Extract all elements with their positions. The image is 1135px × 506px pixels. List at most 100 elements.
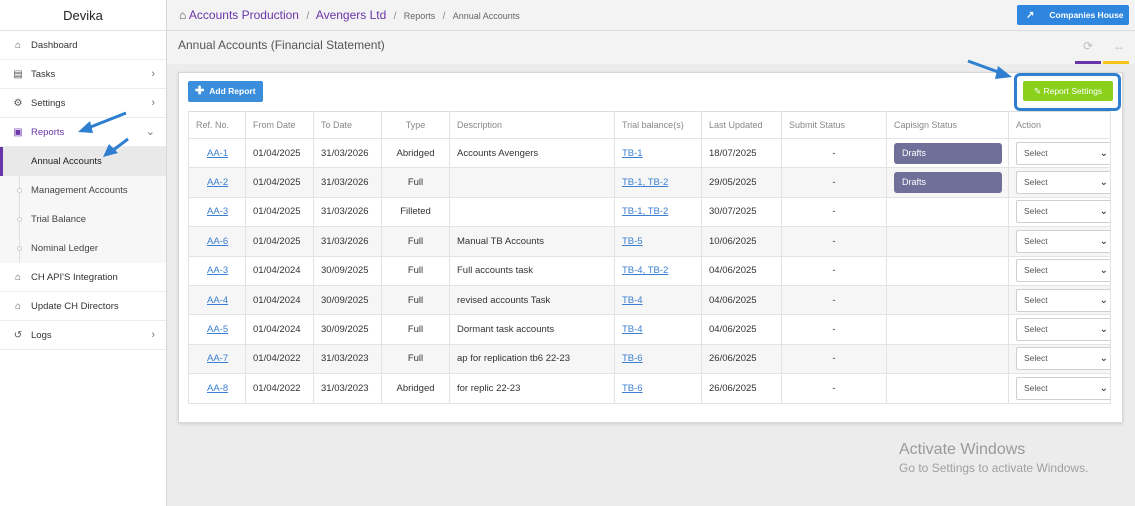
sidebar-item-tasks[interactable]: ▤ Tasks ›	[0, 60, 166, 89]
trial-balance-link[interactable]: TB-1, TB-2	[622, 206, 668, 217]
description-cell: revised accounts Task	[449, 284, 615, 316]
sidebar-item-logs[interactable]: ↺ Logs ›	[0, 321, 166, 350]
sidebar: Devika ⌂ Dashboard ▤ Tasks › ⚙ Settings …	[0, 0, 167, 506]
last-updated-cell: 04/06/2025	[701, 255, 782, 286]
action-select[interactable]: Select ⌄	[1016, 171, 1110, 195]
ref-cell: AA-7	[188, 343, 246, 375]
column-header: Trial balance(s)	[614, 111, 702, 139]
ref-link[interactable]: AA-3	[207, 265, 228, 276]
companies-house-button[interactable]: ↗ Companies House	[1017, 5, 1129, 25]
sidebar-subitem-nominal-ledger[interactable]: Nominal Ledger	[0, 234, 166, 263]
from-date-cell: 01/04/2025	[245, 167, 314, 198]
chevron-right-icon: ›	[151, 97, 155, 109]
last-updated-cell: 26/06/2025	[701, 373, 782, 404]
action-cell: Select ⌄	[1008, 255, 1111, 286]
active-indicator	[0, 147, 3, 176]
chevron-down-icon: ⌄	[1099, 147, 1108, 159]
from-date-cell: 01/04/2024	[245, 314, 314, 345]
to-date-cell: 31/03/2026	[313, 226, 382, 257]
refresh-icon[interactable]: ⟳	[1083, 39, 1093, 53]
report-settings-label: Report Settings	[1043, 86, 1103, 96]
ref-link[interactable]: AA-1	[207, 148, 228, 159]
action-select-value: Select	[1024, 353, 1048, 364]
action-select[interactable]: Select ⌄	[1016, 229, 1110, 253]
sidebar-item-update-ch-directors[interactable]: ⌂ Update CH Directors	[0, 292, 166, 321]
action-cell: Select ⌄	[1008, 167, 1111, 198]
trial-balance-link[interactable]: TB-4, TB-2	[622, 265, 668, 276]
ref-link[interactable]: AA-2	[207, 177, 228, 188]
last-updated-cell: 10/06/2025	[701, 226, 782, 257]
description-cell	[449, 196, 615, 228]
type-cell: Full	[381, 314, 450, 345]
submit-status-cell: -	[781, 314, 887, 345]
ref-link[interactable]: AA-3	[207, 206, 228, 217]
history-icon: ↺	[13, 330, 23, 341]
sidebar-item-label: Settings	[31, 98, 66, 109]
action-select[interactable]: Select ⌄	[1016, 259, 1110, 283]
sidebar-item-ch-api-integration[interactable]: ⌂ CH API'S Integration	[0, 263, 166, 292]
sidebar-item-label: Update CH Directors	[31, 301, 119, 312]
swap-arrows-icon[interactable]: ↔	[1113, 39, 1125, 53]
breadcrumb-accounts-production[interactable]: Accounts Production	[189, 8, 299, 22]
trial-balance-cell: TB-1	[614, 137, 702, 169]
column-header: Description	[449, 111, 615, 139]
sidebar-subitem-management-accounts[interactable]: Management Accounts	[0, 176, 166, 205]
to-date-cell: 31/03/2026	[313, 137, 382, 169]
brand-name: Devika	[0, 0, 166, 31]
trial-balance-cell: TB-4, TB-2	[614, 255, 702, 286]
ref-cell: AA-3	[188, 255, 246, 286]
report-settings-button[interactable]: ✎ Report Settings	[1023, 81, 1113, 101]
last-updated-cell: 29/05/2025	[701, 167, 782, 198]
table-row: AA-2 01/04/2025 31/03/2026 Full TB-1, TB-2 29…	[188, 167, 1111, 198]
ref-link[interactable]: AA-5	[207, 324, 228, 335]
sidebar-subitem-annual-accounts[interactable]: Annual Accounts	[0, 147, 166, 176]
trial-balance-link[interactable]: TB-6	[622, 383, 643, 394]
ref-link[interactable]: AA-4	[207, 295, 228, 306]
sidebar-item-label: Nominal Ledger	[31, 243, 99, 254]
action-select[interactable]: Select ⌄	[1016, 318, 1110, 342]
capisign-status-cell	[886, 314, 1009, 345]
sidebar-item-dashboard[interactable]: ⌂ Dashboard	[0, 31, 166, 60]
action-select[interactable]: Select ⌄	[1016, 288, 1110, 312]
trial-balance-link[interactable]: TB-6	[622, 353, 643, 364]
submit-status-cell: -	[781, 284, 887, 316]
ref-link[interactable]: AA-7	[207, 353, 228, 364]
home-icon[interactable]: ⌂	[179, 8, 186, 22]
action-cell: Select ⌄	[1008, 314, 1111, 345]
tab-underline-yellow	[1103, 61, 1129, 64]
trial-balance-cell: TB-6	[614, 343, 702, 375]
action-select[interactable]: Select ⌄	[1016, 200, 1110, 224]
chevron-down-icon: ⌄	[1099, 265, 1108, 277]
bullet-icon	[17, 246, 22, 251]
from-date-cell: 01/04/2025	[245, 137, 314, 169]
trial-balance-cell: TB-5	[614, 226, 702, 257]
action-select[interactable]: Select ⌄	[1016, 376, 1110, 400]
ref-link[interactable]: AA-6	[207, 236, 228, 247]
tab-underline-purple	[1075, 61, 1101, 64]
trial-balance-cell: TB-1, TB-2	[614, 196, 702, 228]
action-select-value: Select	[1024, 324, 1048, 335]
trial-balance-link[interactable]: TB-1	[622, 148, 643, 159]
breadcrumb-separator: /	[306, 11, 310, 22]
breadcrumb-company[interactable]: Avengers Ltd	[316, 8, 387, 22]
trial-balance-link[interactable]: TB-4	[622, 295, 643, 306]
trial-balance-link[interactable]: TB-4	[622, 324, 643, 335]
reports-card: ✚ Add Report ✎ Report Settings Ref. No. …	[178, 72, 1123, 423]
action-select-value: Select	[1024, 177, 1048, 188]
breadcrumb-reports[interactable]: Reports	[404, 11, 436, 21]
add-report-button[interactable]: ✚ Add Report	[188, 81, 263, 102]
to-date-cell: 30/09/2025	[313, 255, 382, 286]
last-updated-cell: 04/06/2025	[701, 284, 782, 316]
trial-balance-link[interactable]: TB-5	[622, 236, 643, 247]
to-date-cell: 31/03/2023	[313, 343, 382, 375]
trial-balance-link[interactable]: TB-1, TB-2	[622, 177, 668, 188]
sidebar-subitem-trial-balance[interactable]: Trial Balance	[0, 205, 166, 234]
column-header: Type	[381, 111, 450, 139]
action-cell: Select ⌄	[1008, 343, 1111, 375]
type-cell: Full	[381, 167, 450, 198]
column-header: Capisign Status	[886, 111, 1009, 139]
action-select[interactable]: Select ⌄	[1016, 347, 1110, 371]
ref-link[interactable]: AA-8	[207, 383, 228, 394]
breadcrumb-separator: /	[442, 11, 446, 22]
action-select[interactable]: Select ⌄	[1016, 141, 1110, 165]
